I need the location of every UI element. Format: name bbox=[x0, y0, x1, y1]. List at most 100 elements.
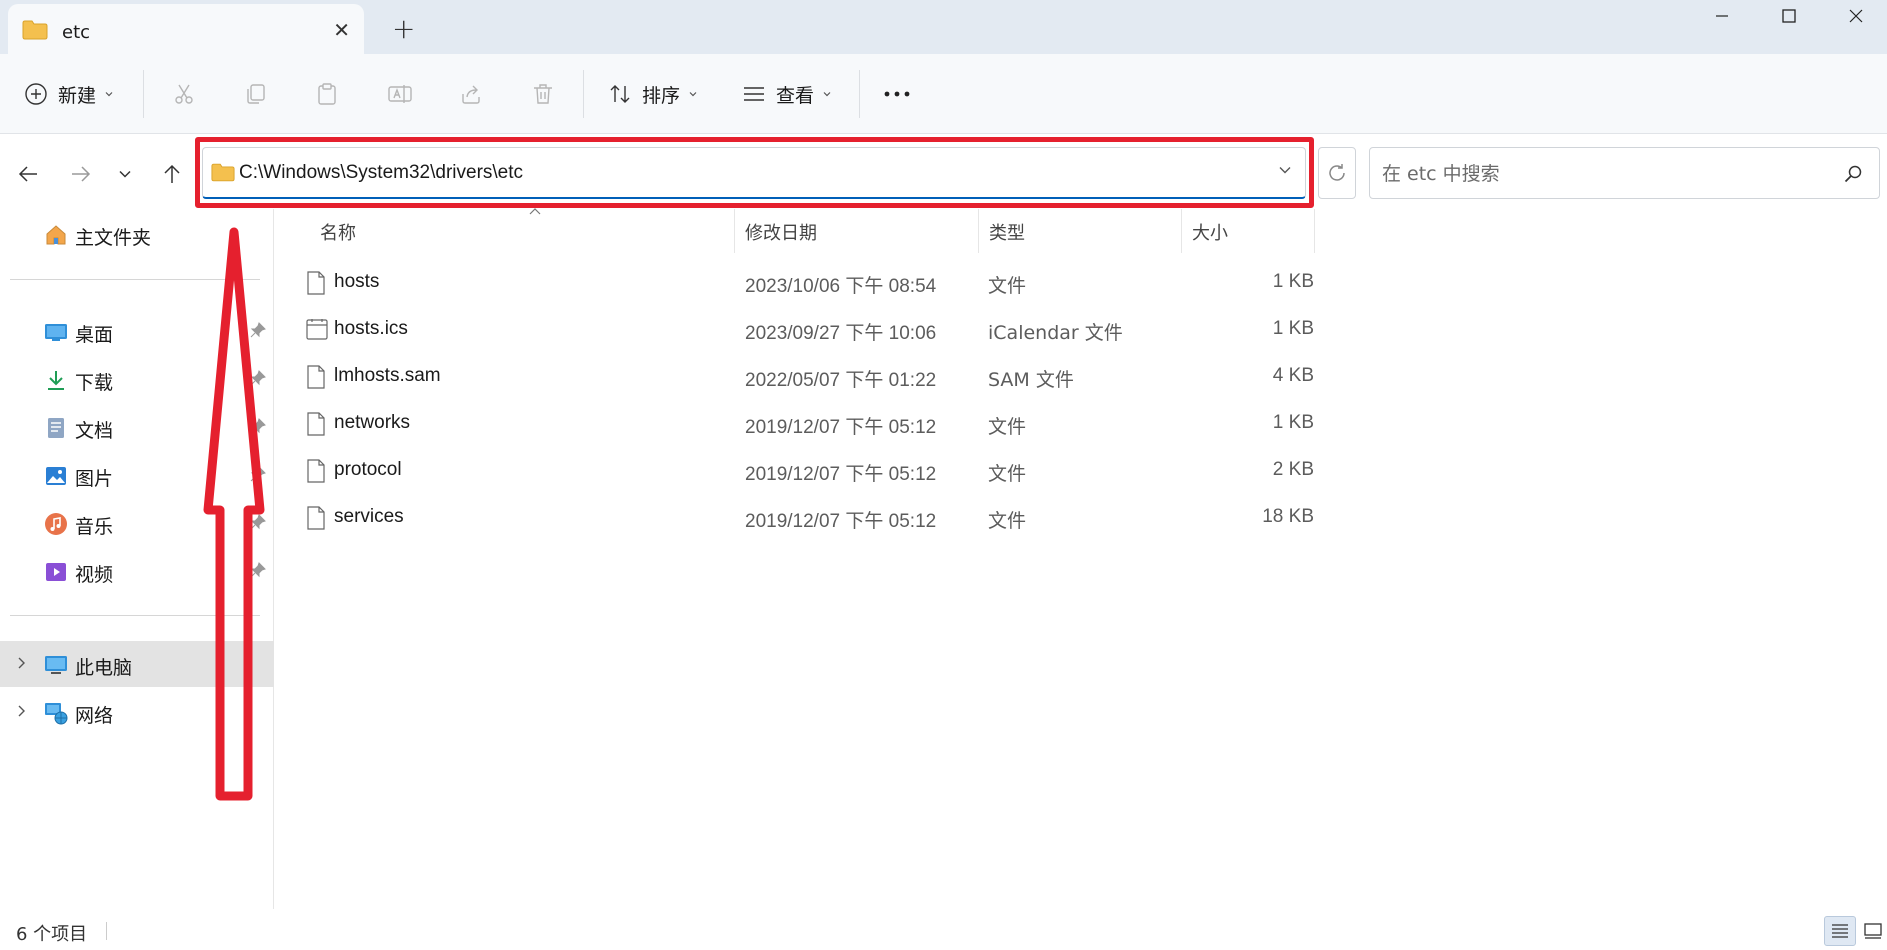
file-icon bbox=[307, 365, 325, 389]
new-tab-button[interactable]: + bbox=[392, 12, 415, 45]
video-icon bbox=[46, 563, 66, 581]
arrow-up-icon bbox=[164, 164, 180, 183]
view-button[interactable]: 查看 bbox=[742, 54, 832, 134]
view-label: 查看 bbox=[776, 84, 815, 107]
file-icon bbox=[307, 412, 325, 436]
close-window-button[interactable] bbox=[1813, 0, 1887, 32]
sort-label: 排序 bbox=[642, 84, 681, 107]
file-date: 2023/09/27 下午 10:06 bbox=[745, 323, 937, 344]
arrow-left-icon bbox=[18, 166, 37, 182]
sort-button[interactable]: 排序 bbox=[608, 54, 698, 134]
file-type: iCalendar 文件 bbox=[988, 322, 1123, 344]
sidebar-item-label: 桌面 bbox=[75, 324, 114, 346]
chevron-down-icon bbox=[689, 92, 697, 97]
tiles-view-button[interactable] bbox=[1857, 916, 1887, 946]
file-date: 2023/10/06 下午 08:54 bbox=[745, 276, 937, 297]
highlight-annotation bbox=[195, 137, 1314, 208]
download-icon bbox=[48, 371, 64, 390]
chevron-right-icon[interactable] bbox=[14, 704, 28, 718]
toolbar-divider bbox=[583, 70, 584, 118]
plus-circle-icon bbox=[25, 83, 47, 105]
tab-etc[interactable]: etc ✕ bbox=[8, 4, 364, 54]
item-count: 6 个项目 bbox=[16, 924, 88, 945]
file-name: lmhosts.sam bbox=[334, 365, 441, 386]
copy-icon bbox=[247, 84, 265, 104]
sidebar-item-label: 视频 bbox=[75, 564, 114, 586]
column-header-date[interactable]: 修改日期 bbox=[735, 209, 975, 253]
search-input[interactable] bbox=[1380, 160, 1820, 188]
arrow-right-icon bbox=[72, 166, 91, 182]
file-size: 1 KB bbox=[1272, 412, 1314, 433]
sort-ascending-icon bbox=[529, 208, 541, 215]
paste-button[interactable] bbox=[315, 54, 339, 134]
title-bar: etc ✕ + bbox=[0, 0, 1887, 54]
file-date: 2019/12/07 下午 05:12 bbox=[745, 417, 937, 438]
chevron-right-icon[interactable] bbox=[14, 656, 28, 670]
file-row[interactable]: networks 2019/12/07 下午 05:12 文件 1 KB bbox=[298, 400, 1318, 447]
rename-icon bbox=[388, 85, 412, 103]
file-size: 1 KB bbox=[1272, 271, 1314, 292]
tiles-view-icon bbox=[1864, 923, 1882, 939]
sidebar-item-label: 下载 bbox=[75, 372, 114, 394]
chevron-down-icon bbox=[823, 92, 831, 97]
file-type: 文件 bbox=[988, 275, 1027, 297]
sort-icon bbox=[610, 85, 630, 103]
search-box[interactable] bbox=[1369, 147, 1880, 199]
sidebar-item-label: 文档 bbox=[75, 420, 114, 442]
details-view-button[interactable] bbox=[1824, 916, 1856, 946]
rename-button[interactable] bbox=[387, 54, 413, 134]
refresh-button[interactable] bbox=[1318, 147, 1356, 199]
column-header-name[interactable]: 名称 bbox=[310, 208, 730, 253]
file-icon bbox=[307, 506, 325, 530]
calendar-icon bbox=[306, 319, 328, 340]
column-divider[interactable] bbox=[1314, 209, 1315, 253]
file-type: 文件 bbox=[988, 416, 1027, 438]
sidebar-item-label: 此电脑 bbox=[75, 657, 133, 679]
new-label: 新建 bbox=[58, 84, 97, 107]
file-icon bbox=[307, 271, 325, 295]
close-tab-icon[interactable]: ✕ bbox=[333, 18, 350, 42]
file-type: 文件 bbox=[988, 510, 1027, 532]
back-button[interactable] bbox=[11, 157, 45, 191]
document-icon bbox=[48, 418, 64, 438]
tab-title: etc bbox=[62, 22, 91, 43]
share-button[interactable] bbox=[459, 54, 483, 134]
status-bar: 6 个项目 bbox=[0, 912, 1887, 950]
file-date: 2019/12/07 下午 05:12 bbox=[745, 464, 937, 485]
file-size: 4 KB bbox=[1272, 365, 1314, 386]
computer-icon bbox=[45, 656, 67, 674]
sidebar-item-label: 图片 bbox=[75, 468, 114, 490]
recent-locations-button[interactable] bbox=[108, 157, 142, 191]
file-date: 2022/05/07 下午 01:22 bbox=[745, 370, 937, 391]
delete-button[interactable] bbox=[531, 54, 555, 134]
file-date: 2019/12/07 下午 05:12 bbox=[745, 511, 937, 532]
more-options-button[interactable] bbox=[884, 54, 910, 134]
share-icon bbox=[462, 85, 480, 104]
toolbar-divider bbox=[859, 70, 860, 118]
cut-button[interactable] bbox=[172, 54, 196, 134]
file-row[interactable]: services 2019/12/07 下午 05:12 文件 18 KB bbox=[298, 494, 1318, 541]
file-row[interactable]: lmhosts.sam 2022/05/07 下午 01:22 SAM 文件 4… bbox=[298, 353, 1318, 400]
forward-button[interactable] bbox=[64, 157, 98, 191]
file-row[interactable]: protocol 2019/12/07 下午 05:12 文件 2 KB bbox=[298, 447, 1318, 494]
chevron-down-icon bbox=[119, 170, 131, 178]
up-button[interactable] bbox=[155, 157, 189, 191]
picture-icon bbox=[46, 467, 66, 485]
view-list-icon bbox=[744, 87, 764, 101]
column-header-type[interactable]: 类型 bbox=[979, 209, 1179, 253]
file-name: hosts.ics bbox=[334, 318, 408, 339]
column-header-size[interactable]: 大小 bbox=[1182, 209, 1312, 253]
network-icon bbox=[45, 703, 68, 725]
copy-button[interactable] bbox=[243, 54, 267, 134]
file-icon bbox=[307, 459, 325, 483]
file-row[interactable]: hosts 2023/10/06 下午 08:54 文件 1 KB bbox=[298, 259, 1318, 306]
search-icon[interactable] bbox=[1843, 164, 1863, 188]
refresh-icon bbox=[1329, 164, 1345, 181]
trash-icon bbox=[534, 84, 552, 104]
file-type: SAM 文件 bbox=[988, 369, 1074, 391]
sidebar-item-label: 音乐 bbox=[75, 516, 114, 538]
file-name: protocol bbox=[334, 459, 402, 480]
more-icon bbox=[884, 91, 910, 97]
new-button[interactable]: 新建 bbox=[24, 54, 114, 134]
file-row[interactable]: hosts.ics 2023/09/27 下午 10:06 iCalendar … bbox=[298, 306, 1318, 353]
